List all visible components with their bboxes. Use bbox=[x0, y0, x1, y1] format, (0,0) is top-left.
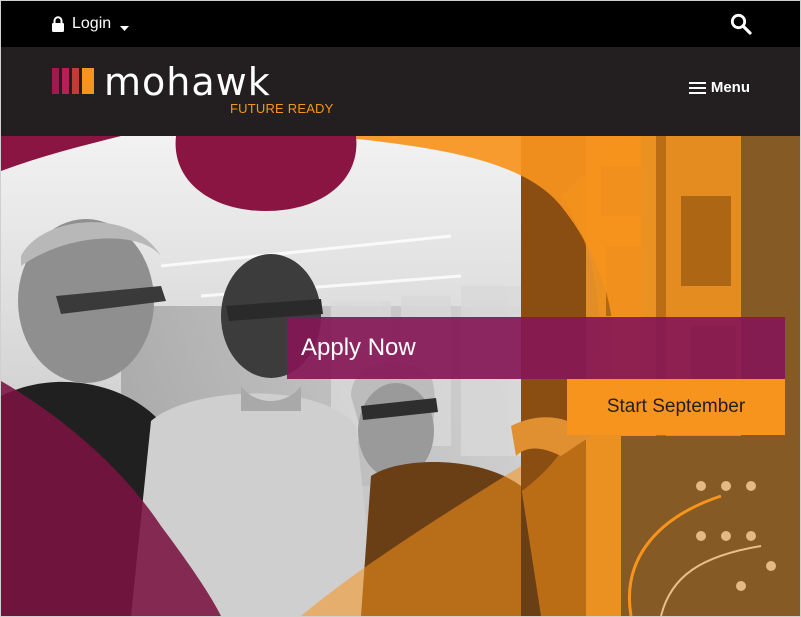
login-dropdown[interactable]: Login bbox=[51, 13, 130, 35]
brand-wordmark: mohawk bbox=[104, 60, 271, 104]
utility-bar: Login bbox=[1, 1, 800, 47]
site-header: mohawk FUTURE READY Menu bbox=[1, 47, 800, 136]
brand-tagline: FUTURE READY bbox=[230, 101, 334, 116]
hero-banner: Apply Now Start September bbox=[1, 136, 800, 616]
apply-now-button[interactable]: Apply Now bbox=[287, 317, 785, 379]
search-icon[interactable] bbox=[730, 13, 752, 35]
hamburger-icon bbox=[688, 81, 706, 94]
mohawk-logo[interactable]: mohawk FUTURE READY bbox=[52, 60, 334, 118]
start-september-button[interactable]: Start September bbox=[567, 379, 785, 435]
menu-label: Menu bbox=[710, 78, 750, 96]
lock-icon bbox=[51, 16, 65, 32]
mohawk-bars-logo bbox=[52, 68, 94, 94]
menu-button[interactable]: Menu bbox=[688, 77, 750, 97]
page: Login mohawk FUTURE READY Menu Apply Now… bbox=[0, 0, 801, 617]
caret-down-icon bbox=[120, 20, 130, 31]
login-label: Login bbox=[72, 15, 112, 32]
